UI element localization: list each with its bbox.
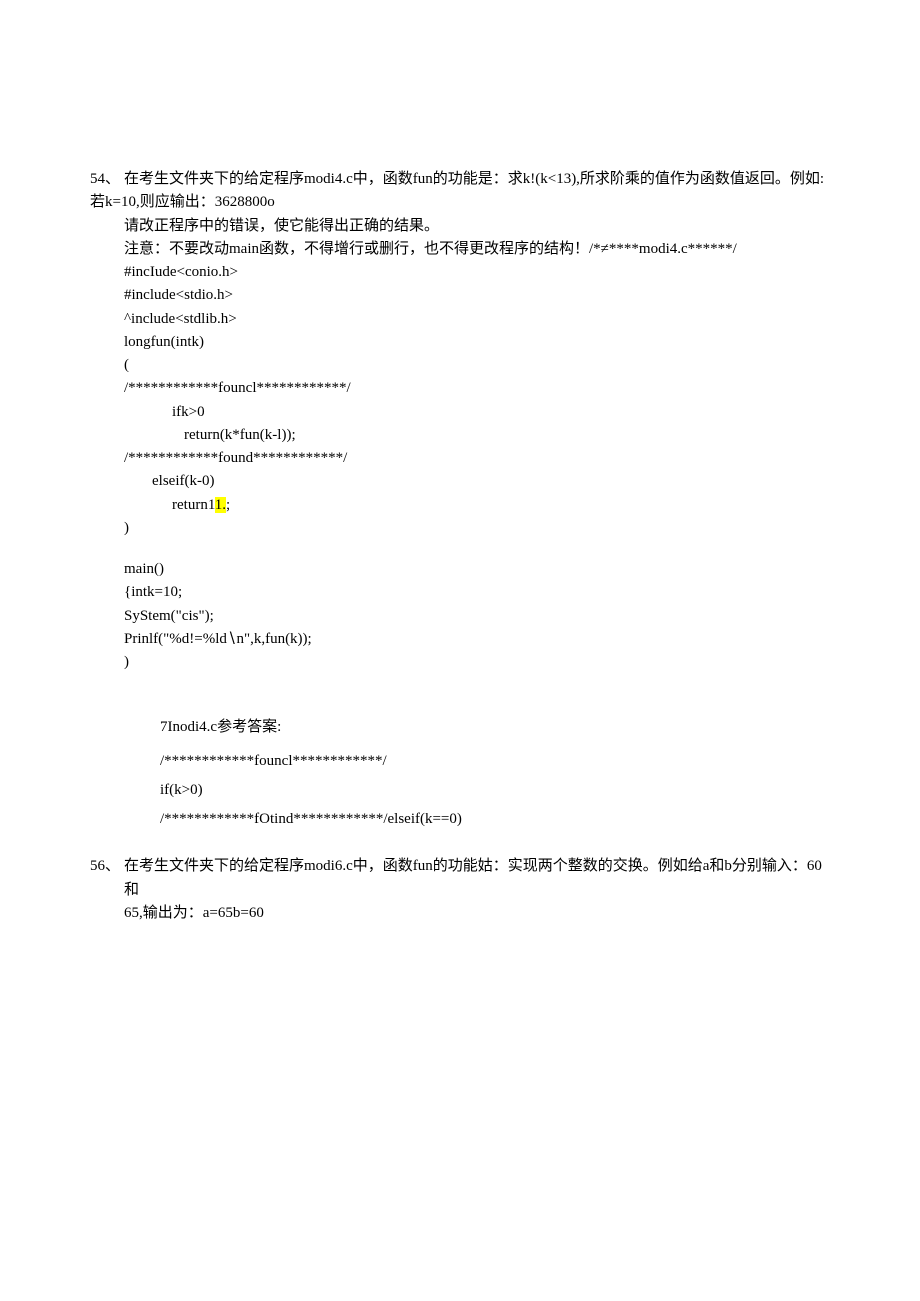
question-54-header: 54、 在考生文件夹下的给定程序modi4.c中，函数fun的功能是：求k!(k…	[90, 168, 830, 191]
code-line-highlighted: return11.;	[90, 494, 830, 517]
question-56: 56、 在考生文件夹下的给定程序modi6.c中，函数fun的功能姑：实现两个整…	[90, 855, 830, 925]
question-text-line4: 注意：不要改动main函数，不得增行或删行，也不得更改程序的结构！/*≠****…	[90, 238, 830, 261]
code-line: return(k*fun(k-l));	[90, 424, 830, 447]
code-line: #incIude<conio.h>	[90, 261, 830, 284]
code-line: )	[90, 651, 830, 674]
document-page: 54、 在考生文件夹下的给定程序modi4.c中，函数fun的功能是：求k!(k…	[0, 0, 920, 925]
code-line: /************found************/	[90, 447, 830, 470]
question-text-line3: 请改正程序中的错误，使它能得出正确的结果。	[90, 215, 830, 238]
question-text-line2: 若k=10,则应输出：3628800o	[90, 191, 830, 214]
question-text-line1: 在考生文件夹下的给定程序modi4.c中，函数fun的功能是：求k!(k<13)…	[124, 168, 830, 191]
question-text-line1: 在考生文件夹下的给定程序modi6.c中，函数fun的功能姑：实现两个整数的交换…	[124, 855, 830, 902]
code-line: /************founcl************/	[90, 377, 830, 400]
highlight-text: 1.	[215, 497, 226, 513]
answer-title: 7Inodi4.c参考答案:	[160, 716, 830, 739]
answer-block: 7Inodi4.c参考答案: /************founcl******…	[90, 716, 830, 831]
spacer	[90, 540, 830, 558]
code-line: {intk=10;	[90, 581, 830, 604]
question-56-body: 在考生文件夹下的给定程序modi6.c中，函数fun的功能姑：实现两个整数的交换…	[124, 855, 830, 925]
code-line: )	[90, 517, 830, 540]
question-number: 54、	[90, 168, 124, 191]
code-line: elseif(k-0)	[90, 470, 830, 493]
question-text-line2: 65,输出为：a=65b=60	[124, 902, 830, 925]
code-line: Prinlf("%d!=%ld∖n",k,fun(k));	[90, 628, 830, 651]
code-line: ^include<stdlib.h>	[90, 308, 830, 331]
answer-line: /************founcl************/	[160, 750, 830, 773]
answer-line: /************fOtind************/elseif(k…	[160, 808, 830, 831]
code-line: longfun(intk)	[90, 331, 830, 354]
code-line: main()	[90, 558, 830, 581]
question-number: 56、	[90, 855, 124, 925]
code-line: SyStem("cis");	[90, 605, 830, 628]
answer-line: if(k>0)	[160, 779, 830, 802]
code-text: return1	[172, 497, 215, 513]
code-line: (	[90, 354, 830, 377]
code-line: #include<stdio.h>	[90, 284, 830, 307]
code-line: ifk>0	[90, 401, 830, 424]
code-text: ;	[226, 497, 230, 513]
